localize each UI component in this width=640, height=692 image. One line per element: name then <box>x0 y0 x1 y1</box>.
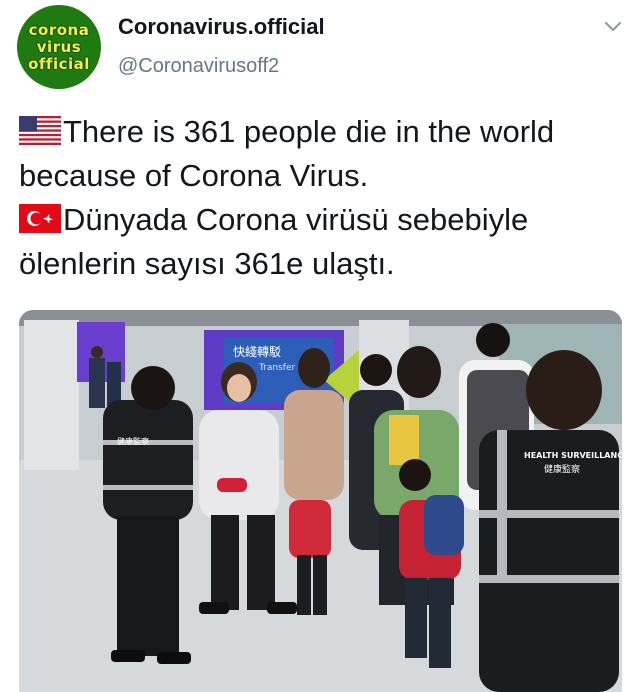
tweet-line-1-text: There is 361 people die in the world <box>63 114 555 149</box>
tweet-line-3-text: Dünyada Corona virüsü sebebiyle <box>63 202 529 237</box>
avatar-text-line-2: virus <box>36 37 82 56</box>
avatar-text-line-3: official <box>28 54 90 73</box>
turkey-flag-icon <box>19 204 61 233</box>
tweet-text: There is 361 people die in the world bec… <box>19 110 629 286</box>
us-flag-icon <box>19 116 61 145</box>
transfer-sign-chinese: 快綫轉駁 <box>233 345 281 359</box>
vest-text-right-en: HEALTH SURVEILLANCE <box>524 451 622 460</box>
chevron-down-icon[interactable] <box>605 22 621 32</box>
tweet-line-3: Dünyada Corona virüsü sebebiyle <box>19 198 629 242</box>
tweet-photo[interactable]: 快綫轉駁 Transfer 健康監察 HEALTH SURVEILLANCE 健… <box>19 310 622 692</box>
avatar-text-line-1: corona <box>28 20 90 39</box>
airport-scene-image: 快綫轉駁 Transfer 健康監察 HEALTH SURVEILLANCE 健… <box>19 310 622 692</box>
user-handle[interactable]: @Coronavirusoff2 <box>118 55 279 78</box>
display-name[interactable]: Coronavirus.official <box>118 14 325 40</box>
tweet-line-4: ölenlerin sayısı 361e ulaştı. <box>19 246 395 281</box>
avatar[interactable]: corona virus official <box>17 5 101 89</box>
vest-text-left: 健康監察 <box>117 436 149 446</box>
transfer-sign-english: Transfer <box>258 363 295 373</box>
tweet-line-2: because of Corona Virus. <box>19 158 369 193</box>
tweet-line-1: There is 361 people die in the world <box>19 110 629 154</box>
tweet-header: corona virus official Coronavirus.offici… <box>0 0 640 100</box>
vest-text-right-zh: 健康監察 <box>544 463 580 475</box>
